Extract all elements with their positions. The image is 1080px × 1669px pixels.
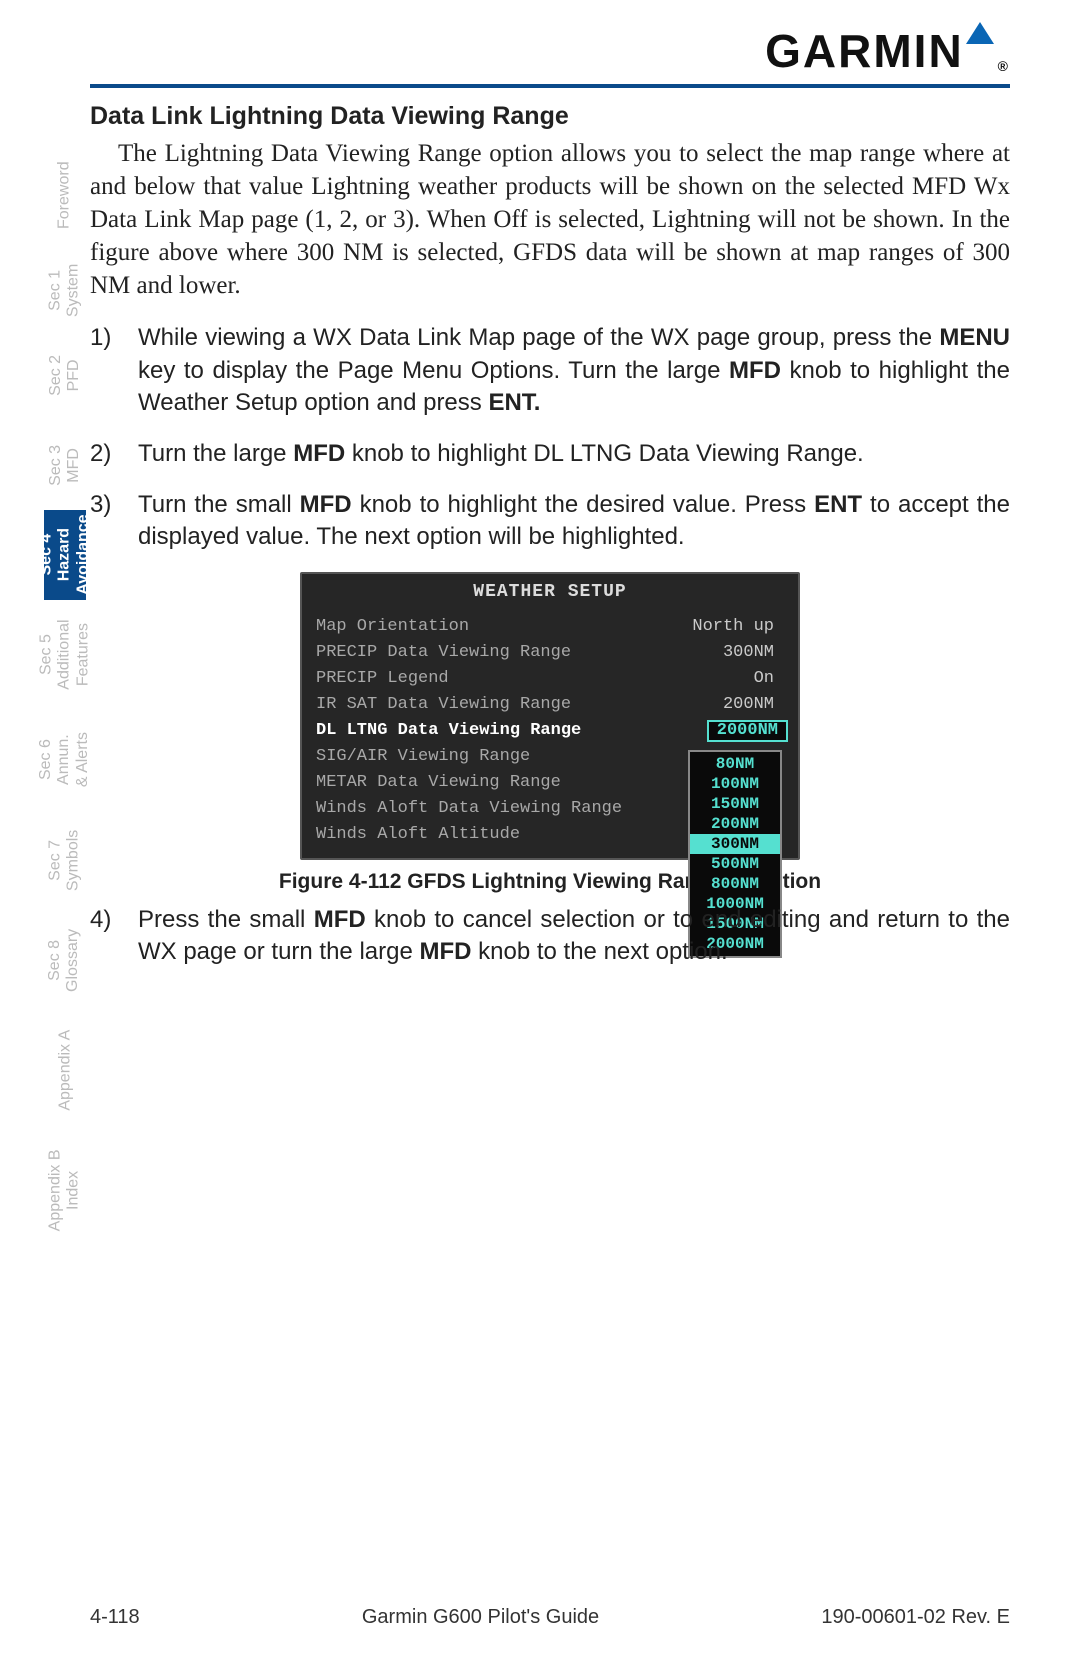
figure-caption: Figure 4-112 GFDS Lightning Viewing Rang… [90, 870, 1010, 894]
opt-300nm: 300NM [690, 834, 780, 854]
step-1: While viewing a WX Data Link Map page of… [90, 322, 1010, 420]
tab-foreword: Foreword [44, 140, 86, 250]
brand-logo: GARMIN ® [765, 22, 1010, 78]
row-dl-ltng-range: DL LTNG Data Viewing Range2000NM [316, 718, 788, 744]
tab-sec3-mfd: Sec 3 MFD [44, 420, 86, 510]
device-title: WEATHER SETUP [302, 574, 798, 612]
tab-sec6-annun-alerts: Sec 6 Annun. & Alerts [44, 710, 86, 810]
step-2: Turn the large MFD knob to highlight DL … [90, 438, 1010, 471]
row-precip-range: PRECIP Data Viewing Range300NM [316, 640, 788, 666]
opt-100nm: 100NM [690, 774, 780, 794]
opt-150nm: 150NM [690, 794, 780, 814]
tab-sec1-system: Sec 1 System [44, 250, 86, 330]
tab-appendix-b-index: Appendix B Index [44, 1130, 86, 1250]
doc-revision: 190-00601-02 Rev. E [821, 1606, 1010, 1629]
row-map-orientation: Map OrientationNorth up [316, 614, 788, 640]
opt-80nm: 80NM [690, 754, 780, 774]
tab-appendix-a: Appendix A [44, 1010, 86, 1130]
row-ir-sat-range: IR SAT Data Viewing Range200NM [316, 692, 788, 718]
procedure-steps-cont: Press the small MFD knob to cancel selec… [90, 904, 1010, 969]
weather-setup-screenshot: WEATHER SETUP Map OrientationNorth up PR… [300, 572, 800, 860]
intro-paragraph: The Lightning Data Viewing Range option … [90, 137, 1010, 302]
opt-800nm: 800NM [690, 874, 780, 894]
page-number: 4-118 [90, 1606, 140, 1629]
side-tabs: Foreword Sec 1 System Sec 2 PFD Sec 3 MF… [44, 140, 86, 1250]
tab-sec4-hazard-avoidance: Sec 4 Hazard Avoidance [44, 510, 86, 600]
opt-500nm: 500NM [690, 854, 780, 874]
brand-text: GARMIN [765, 24, 964, 78]
doc-title: Garmin G600 Pilot's Guide [362, 1606, 599, 1629]
procedure-steps: While viewing a WX Data Link Map page of… [90, 322, 1010, 554]
brand-delta-icon [966, 22, 994, 44]
header-rule [90, 84, 1010, 88]
tab-sec7-symbols: Sec 7 Symbols [44, 810, 86, 910]
tab-sec5-additional-features: Sec 5 Additional Features [44, 600, 86, 710]
page-footer: 4-118 Garmin G600 Pilot's Guide 190-0060… [90, 1606, 1010, 1629]
row-precip-legend: PRECIP LegendOn [316, 666, 788, 692]
step-4: Press the small MFD knob to cancel selec… [90, 904, 1010, 969]
tab-sec8-glossary: Sec 8 Glossary [44, 910, 86, 1010]
opt-200nm: 200NM [690, 814, 780, 834]
brand-registered: ® [998, 58, 1010, 74]
tab-sec2-pfd: Sec 2 PFD [44, 330, 86, 420]
step-3: Turn the small MFD knob to highlight the… [90, 489, 1010, 554]
section-heading: Data Link Lightning Data Viewing Range [90, 102, 1010, 131]
